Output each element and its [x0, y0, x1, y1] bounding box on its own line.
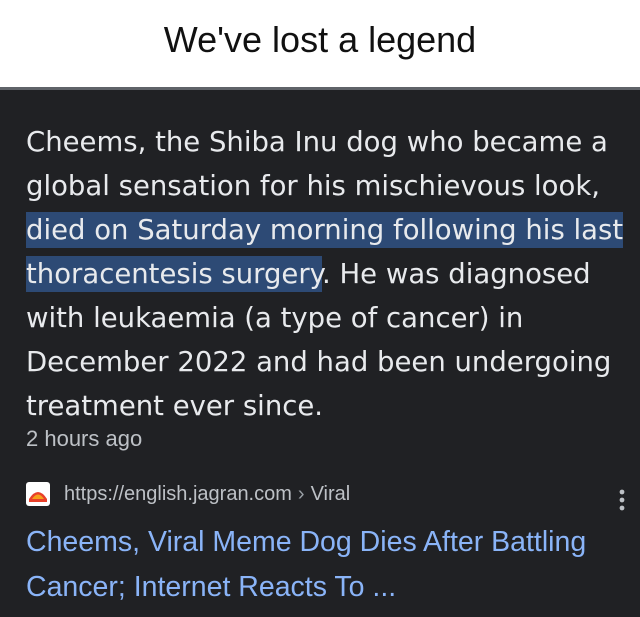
more-options-button[interactable]	[612, 486, 632, 514]
more-vert-icon	[619, 489, 625, 511]
meme-caption-bar: We've lost a legend	[0, 0, 640, 87]
result-url-host: https://english.jagran.com	[64, 482, 292, 505]
result-source-row[interactable]: https://english.jagran.com › Viral	[26, 482, 622, 506]
snippet-timestamp: 2 hours ago	[26, 426, 143, 451]
search-result-card: Cheems, the Shiba Inu dog who became a g…	[0, 90, 640, 617]
snippet-intro: Cheems, the Shiba Inu dog who became a g…	[26, 126, 608, 202]
meme-caption: We've lost a legend	[163, 18, 477, 60]
breadcrumb-separator: ›	[297, 482, 305, 505]
result-url-section: Viral	[310, 482, 351, 505]
result-title-link[interactable]: Cheems, Viral Meme Dog Dies After Battli…	[26, 520, 616, 610]
featured-snippet: Cheems, the Shiba Inu dog who became a g…	[26, 120, 626, 428]
jagran-favicon-icon	[26, 482, 50, 506]
result-url[interactable]: https://english.jagran.com › Viral	[64, 483, 350, 506]
